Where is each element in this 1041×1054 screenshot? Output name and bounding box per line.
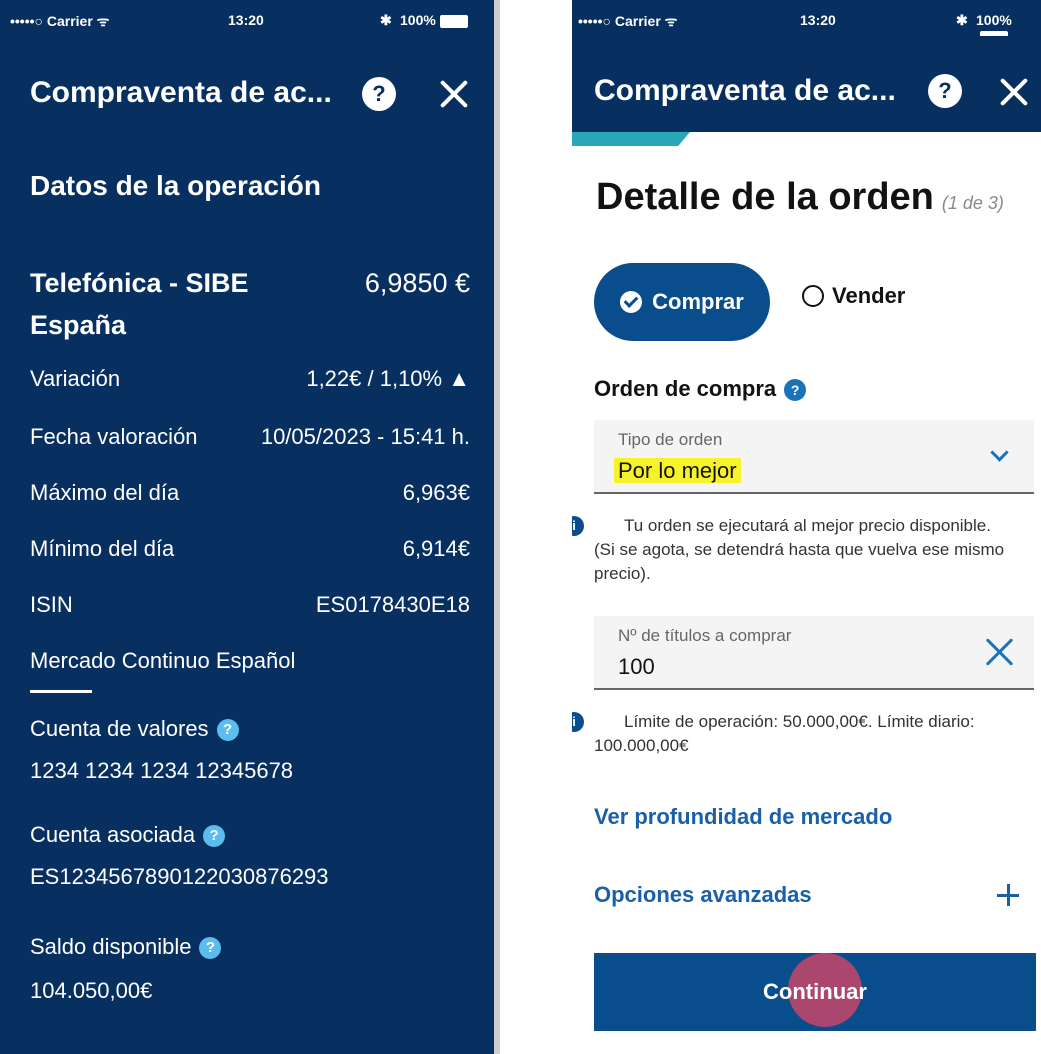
buy-toggle-button[interactable]: Comprar xyxy=(594,263,770,341)
battery-indicator: 100% xyxy=(400,12,468,28)
bluetooth-icon: ✱ xyxy=(956,12,968,28)
advanced-options-link[interactable]: Opciones avanzadas xyxy=(594,882,812,908)
status-bar: •••••○ Carrier ᯤ 13:20 ✱ 100% xyxy=(572,0,1041,44)
help-icon[interactable]: ? xyxy=(216,719,239,742)
row-value-maximo: 6,963€ xyxy=(402,480,470,505)
market-depth-link[interactable]: Ver profundidad de mercado xyxy=(594,804,892,830)
clear-icon[interactable] xyxy=(984,636,1016,668)
battery-percent: 100% xyxy=(976,12,1012,28)
check-icon xyxy=(620,291,643,313)
help-icon[interactable]: ? xyxy=(784,379,807,402)
order-type-note: i Tu orden se ejecutará al mejor precio d… xyxy=(572,514,1014,586)
carrier-label: •••••○ Carrier ᯤ xyxy=(578,13,678,29)
app-header: Compraventa de ac... ? xyxy=(572,36,1041,132)
page-title: Compraventa de ac... xyxy=(594,74,896,107)
order-section-title: Orden de compra? xyxy=(594,376,807,402)
status-time: 13:20 xyxy=(800,12,836,28)
help-icon[interactable]: ? xyxy=(199,937,222,960)
row-value-variacion: 1,22€ / 1,10% ▲ xyxy=(306,366,470,391)
row-label-isin: ISIN xyxy=(30,592,73,617)
cuenta-asociada-value: ES1234567890122030876293 xyxy=(30,864,329,889)
bluetooth-icon: ✱ xyxy=(380,12,392,28)
help-icon[interactable]: ? xyxy=(203,825,226,848)
right-screen: •••••○ Carrier ᯤ 13:20 ✱ 100% Compravent… xyxy=(572,0,1041,1054)
info-icon: i xyxy=(572,712,584,732)
status-time: 13:20 xyxy=(228,12,264,28)
screen-divider xyxy=(494,0,500,1054)
saldo-label: Saldo disponible? xyxy=(30,934,222,960)
cuenta-valores-value: 1234 1234 1234 12345678 xyxy=(30,758,294,783)
section-title: Datos de la operación xyxy=(30,170,321,201)
buy-label: Comprar xyxy=(652,289,744,314)
status-bar: •••••○ Carrier ᯤ 13:20 ✱ 100% xyxy=(0,0,494,36)
market-label: Mercado Continuo Español xyxy=(30,648,296,673)
quantity-note: i Límite de operación: 50.000,00€. Límite… xyxy=(572,710,1014,758)
cuenta-valores-label: Cuenta de valores? xyxy=(30,716,239,742)
step-indicator: (1 de 3) xyxy=(941,193,1004,213)
quantity-value: 100 xyxy=(618,654,655,679)
battery-percent: 100% xyxy=(400,12,436,28)
radio-icon xyxy=(802,285,824,307)
row-label-minimo: Mínimo del día xyxy=(30,536,175,561)
divider xyxy=(30,690,92,693)
row-label-variacion: Variación xyxy=(30,366,121,391)
close-icon[interactable] xyxy=(438,78,470,110)
left-screen: •••••○ Carrier ᯤ 13:20 ✱ 100% Compravent… xyxy=(0,0,494,1054)
row-label-fecha: Fecha valoración xyxy=(30,424,198,449)
page-title: Compraventa de ac... xyxy=(30,76,332,109)
step-heading: Detalle de la orden (1 de 3) xyxy=(596,176,1004,219)
help-icon[interactable]: ? xyxy=(928,74,962,108)
carrier-label: •••••○ Carrier ᯤ xyxy=(10,13,110,29)
quantity-field[interactable]: Nº de títulos a comprar 100 xyxy=(594,616,1034,690)
order-type-select[interactable]: Tipo de orden Por lo mejor xyxy=(594,420,1034,494)
chevron-down-icon xyxy=(990,443,1009,462)
continue-label: Continuar xyxy=(763,979,867,1004)
help-icon[interactable]: ? xyxy=(362,77,396,111)
sell-radio-button[interactable]: Vender xyxy=(802,283,905,309)
heading-text: Detalle de la orden xyxy=(596,176,934,218)
row-value-minimo: 6,914€ xyxy=(402,536,470,561)
order-type-label: Tipo de orden xyxy=(618,430,723,449)
row-label-maximo: Máximo del día xyxy=(30,480,180,505)
row-value-fecha: 10/05/2023 - 15:41 h. xyxy=(260,424,470,449)
plus-icon[interactable] xyxy=(997,884,1019,906)
info-icon: i xyxy=(572,516,584,536)
close-icon[interactable] xyxy=(998,76,1030,108)
order-section-text: Orden de compra xyxy=(594,376,777,401)
saldo-text: Saldo disponible xyxy=(30,934,192,959)
saldo-value: 104.050,00€ xyxy=(30,978,153,1003)
progress-accent xyxy=(572,132,690,146)
cuenta-valores-text: Cuenta de valores xyxy=(30,716,209,741)
quantity-label: Nº de títulos a comprar xyxy=(618,626,792,645)
continue-button[interactable]: Continuar xyxy=(594,953,1036,1031)
order-type-value: Por lo mejor xyxy=(614,458,741,484)
cuenta-asociada-label: Cuenta asociada? xyxy=(30,822,226,848)
stock-price: 6,9850 € xyxy=(364,268,470,298)
stock-name: Telefónica - SIBE xyxy=(30,268,249,298)
order-type-value-text: Por lo mejor xyxy=(614,458,741,483)
cuenta-asociada-text: Cuenta asociada xyxy=(30,822,196,847)
order-type-note-text: Tu orden se ejecutará al mejor precio di… xyxy=(594,516,1005,583)
sell-label: Vender xyxy=(832,283,906,308)
row-value-isin: ES0178430E18 xyxy=(315,592,470,617)
stock-market-name: España xyxy=(30,310,127,340)
quantity-note-text: Límite de operación: 50.000,00€. Límite … xyxy=(594,712,975,755)
battery-icon xyxy=(439,14,468,28)
